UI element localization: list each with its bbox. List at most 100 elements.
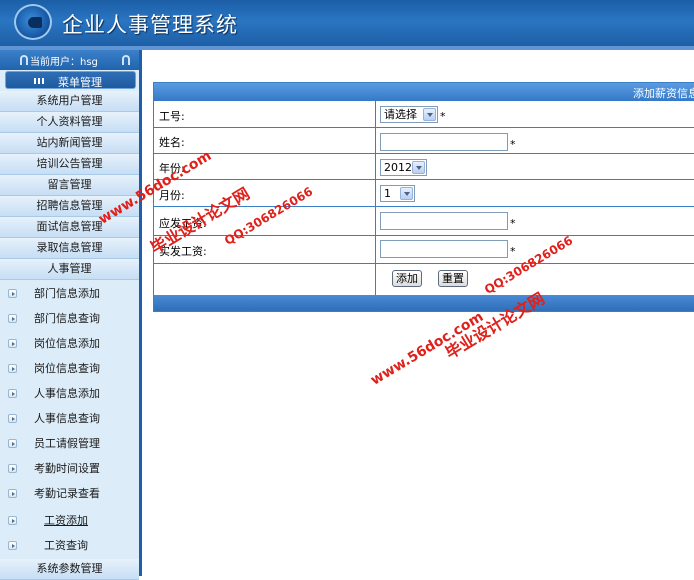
hook-icon	[122, 55, 130, 65]
sidebar-item-training[interactable]: 培训公告管理	[0, 154, 139, 175]
sidebar-subitem-salary-add[interactable]: 工资添加	[0, 508, 139, 533]
menu-title-label: 菜单管理	[58, 76, 102, 89]
current-user-label: 当前用户：hsg	[30, 57, 98, 68]
sidebar-subitem-label: 岗位信息添加	[34, 337, 100, 350]
add-button[interactable]: 添加	[392, 270, 422, 287]
column-divider	[375, 180, 376, 206]
sidebar-subitem-label: 工资查询	[44, 539, 88, 552]
column-divider	[375, 207, 376, 235]
company-logo-icon	[14, 4, 52, 40]
month-select-value: 1	[384, 187, 391, 200]
sidebar-subitem-attendance-records[interactable]: 考勤记录查看	[0, 481, 139, 506]
form-row-name: 姓名: *	[154, 128, 694, 154]
emp-no-select-value: 请选择	[384, 108, 417, 121]
year-select[interactable]: 2012	[380, 159, 427, 176]
form-row-net-pay: 实发工资: *	[154, 236, 694, 264]
sidebar-item-messages[interactable]: 留言管理	[0, 175, 139, 196]
arrow-bullet-icon	[8, 389, 17, 398]
menu-title[interactable]: 菜单管理	[5, 71, 136, 89]
form-row-year: 年份: 2012	[154, 154, 694, 180]
year-label: 年份:	[159, 162, 185, 175]
reset-button[interactable]: 重置	[438, 270, 468, 287]
form-row-emp-no: 工号: 请选择 *	[154, 101, 694, 128]
sidebar-item-recruitment[interactable]: 招聘信息管理	[0, 196, 139, 217]
app-header: 企业人事管理系统	[0, 0, 694, 46]
sidebar-subitem-personnel-query[interactable]: 人事信息查询	[0, 406, 139, 431]
sidebar-subitem-dept-query[interactable]: 部门信息查询	[0, 306, 139, 331]
month-field: 1	[380, 185, 415, 202]
net-pay-field: *	[380, 240, 516, 261]
sidebar-subitem-dept-add[interactable]: 部门信息添加	[0, 281, 139, 306]
required-mark: *	[510, 217, 516, 230]
sidebar-subitem-label: 部门信息添加	[34, 287, 100, 300]
emp-no-field: 请选择 *	[380, 106, 446, 123]
column-divider	[375, 154, 376, 179]
column-divider	[375, 264, 376, 295]
sidebar-subitem-salary-query[interactable]: 工资查询	[0, 533, 139, 558]
sidebar-item-admission[interactable]: 录取信息管理	[0, 238, 139, 259]
year-field: 2012	[380, 159, 427, 176]
gross-pay-input[interactable]	[380, 212, 508, 230]
menu-grid-icon	[34, 78, 46, 84]
form-row-gross-pay: 应发工资: *	[154, 207, 694, 236]
emp-no-label: 工号:	[159, 110, 185, 123]
sidebar-subitem-post-add[interactable]: 岗位信息添加	[0, 331, 139, 356]
form-header-title: 添加薪资信息	[633, 87, 694, 100]
sidebar-subitem-label: 员工请假管理	[34, 437, 100, 450]
arrow-bullet-icon	[8, 464, 17, 473]
sidebar-subitem-label: 岗位信息查询	[34, 362, 100, 375]
chevron-down-icon	[412, 161, 425, 174]
salary-form-panel: 添加薪资信息 工号: 请选择 * 姓名: * 年份: 2012 月份: 1 应发…	[153, 82, 694, 312]
column-divider	[375, 101, 376, 127]
arrow-bullet-icon	[8, 439, 17, 448]
name-field: *	[380, 133, 516, 154]
form-row-month: 月份: 1	[154, 180, 694, 207]
net-pay-input[interactable]	[380, 240, 508, 258]
sidebar: 当前用户：hsg 菜单管理 系统用户管理 个人资料管理 站内新闻管理 培训公告管…	[0, 50, 142, 580]
watermark-site: www.56doc.com	[368, 308, 487, 389]
year-select-value: 2012	[384, 161, 412, 174]
sidebar-subitem-personnel-add[interactable]: 人事信息添加	[0, 381, 139, 406]
sidebar-item-profile[interactable]: 个人资料管理	[0, 112, 139, 133]
sidebar-subitem-label: 部门信息查询	[34, 312, 100, 325]
sidebar-item-system-params[interactable]: 系统参数管理	[0, 559, 139, 580]
sidebar-item-system-users[interactable]: 系统用户管理	[0, 91, 139, 112]
form-footer	[154, 295, 694, 311]
required-mark: *	[440, 110, 446, 123]
sidebar-subitem-label: 人事信息查询	[34, 412, 100, 425]
hook-icon	[20, 55, 28, 65]
arrow-bullet-icon	[8, 314, 17, 323]
gross-pay-label: 应发工资:	[159, 217, 207, 230]
sidebar-subitem-label: 工资添加	[44, 514, 88, 527]
arrow-bullet-icon	[8, 364, 17, 373]
sidebar-subitem-label: 考勤记录查看	[34, 487, 100, 500]
form-row-actions: 添加 重置	[154, 264, 694, 295]
app-title: 企业人事管理系统	[62, 13, 238, 37]
sidebar-subitem-post-query[interactable]: 岗位信息查询	[0, 356, 139, 381]
arrow-bullet-icon	[8, 516, 17, 525]
sidebar-item-interview[interactable]: 面试信息管理	[0, 217, 139, 238]
name-input[interactable]	[380, 133, 508, 151]
column-divider	[375, 236, 376, 263]
arrow-bullet-icon	[8, 289, 17, 298]
required-mark: *	[510, 138, 516, 151]
required-mark: *	[510, 245, 516, 258]
arrow-bullet-icon	[8, 339, 17, 348]
sidebar-subitem-leave[interactable]: 员工请假管理	[0, 431, 139, 456]
month-label: 月份:	[159, 189, 185, 202]
arrow-bullet-icon	[8, 414, 17, 423]
net-pay-label: 实发工资:	[159, 245, 207, 258]
chevron-down-icon	[400, 187, 413, 200]
gross-pay-field: *	[380, 212, 516, 233]
column-divider	[375, 128, 376, 153]
form-header: 添加薪资信息	[154, 83, 694, 101]
sidebar-item-personnel[interactable]: 人事管理	[0, 259, 139, 280]
sidebar-subitem-attendance-time[interactable]: 考勤时间设置	[0, 456, 139, 481]
arrow-bullet-icon	[8, 541, 17, 550]
chevron-down-icon	[423, 108, 436, 121]
sidebar-subitem-label: 考勤时间设置	[34, 462, 100, 475]
emp-no-select[interactable]: 请选择	[380, 106, 438, 123]
month-select[interactable]: 1	[380, 185, 415, 202]
sidebar-item-news[interactable]: 站内新闻管理	[0, 133, 139, 154]
sidebar-subitem-label: 人事信息添加	[34, 387, 100, 400]
